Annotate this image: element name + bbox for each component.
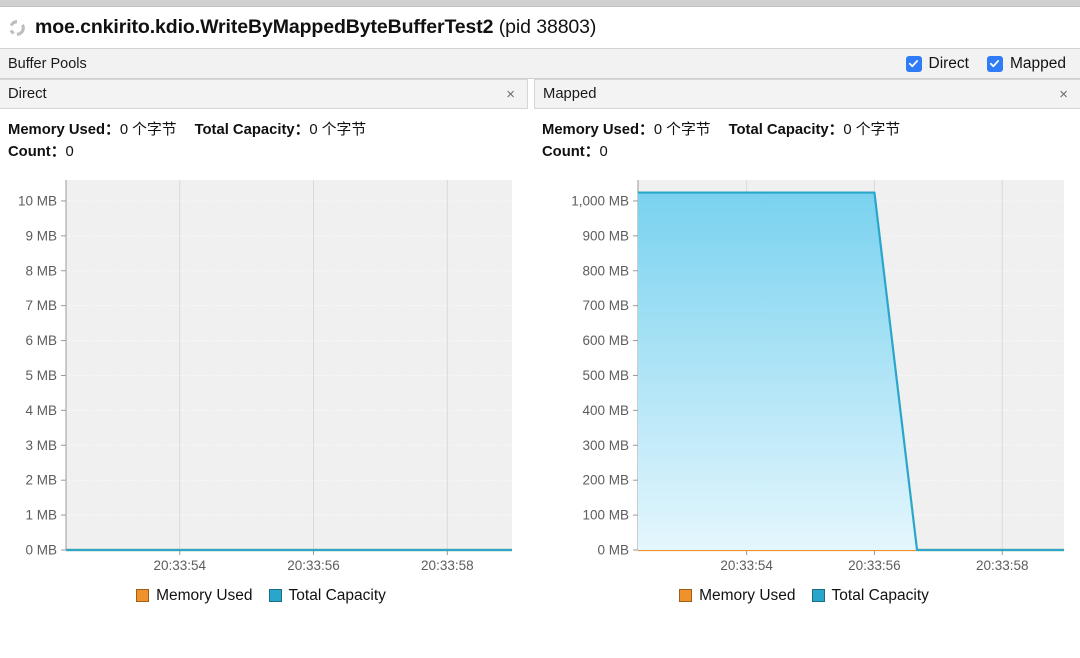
svg-text:400 MB: 400 MB bbox=[582, 403, 629, 418]
svg-text:20:33:56: 20:33:56 bbox=[287, 558, 340, 573]
legend-mapped: Memory Used Total Capacity bbox=[534, 587, 1080, 605]
panel-mapped-stats: Memory Used：0 个字节 Total Capacity：0 个字节 Co… bbox=[534, 109, 1080, 170]
legend-swatch-total-capacity bbox=[811, 589, 825, 603]
checkbox-direct[interactable]: Direct bbox=[905, 54, 969, 73]
svg-text:1 MB: 1 MB bbox=[25, 507, 57, 522]
stats-row-2: Count：0 bbox=[8, 142, 528, 164]
svg-text:7 MB: 7 MB bbox=[25, 298, 57, 313]
count-value: 0 bbox=[65, 143, 74, 160]
page-title-pid: (pid 38803) bbox=[498, 16, 597, 38]
svg-text:3 MB: 3 MB bbox=[25, 438, 57, 453]
window-title-bar: moe.cnkirito.kdio.WriteByMappedByteBuffe… bbox=[0, 7, 1080, 48]
chart-mapped-svg[interactable]: 0 MB 100 MB 200 MB 300 MB 400 MB 500 MB 600 MB… bbox=[534, 170, 1080, 580]
check-icon bbox=[908, 60, 919, 68]
svg-text:500 MB: 500 MB bbox=[582, 368, 629, 383]
svg-text:20:33:54: 20:33:54 bbox=[153, 558, 206, 573]
svg-text:100 MB: 100 MB bbox=[582, 507, 629, 522]
count-value: 0 bbox=[599, 143, 608, 160]
svg-text:1,000 MB: 1,000 MB bbox=[571, 193, 629, 208]
close-icon[interactable]: × bbox=[1055, 85, 1072, 104]
checkbox-mapped-label: Mapped bbox=[1009, 54, 1066, 72]
page-title: moe.cnkirito.kdio.WriteByMappedByteBuffe… bbox=[35, 16, 596, 39]
legend-item-total-capacity[interactable]: Total Capacity bbox=[268, 586, 386, 605]
legend-swatch-total-capacity bbox=[268, 589, 282, 603]
checkbox-direct-box[interactable] bbox=[905, 55, 922, 72]
svg-text:0 MB: 0 MB bbox=[597, 542, 629, 557]
legend-label-total-capacity: Total Capacity bbox=[288, 586, 386, 604]
loading-spinner-icon bbox=[9, 19, 25, 36]
panel-direct-title: Direct bbox=[8, 86, 47, 102]
legend-item-memory-used[interactable]: Memory Used bbox=[136, 586, 253, 605]
memory-used-label: Memory Used： bbox=[8, 122, 120, 138]
stats-row-1: Memory Used：0 个字节 Total Capacity：0 个字节 bbox=[8, 120, 528, 142]
close-icon[interactable]: × bbox=[502, 85, 519, 104]
toolbar-controls: Direct Mapped bbox=[905, 54, 1066, 73]
svg-text:6 MB: 6 MB bbox=[25, 333, 57, 348]
svg-text:10 MB: 10 MB bbox=[18, 193, 57, 208]
memory-used-value: 0 个字节 bbox=[119, 122, 177, 138]
svg-text:20:33:54: 20:33:54 bbox=[720, 558, 773, 573]
legend-item-memory-used[interactable]: Memory Used bbox=[679, 586, 796, 605]
legend-item-total-capacity[interactable]: Total Capacity bbox=[811, 586, 929, 605]
legend-label-memory-used: Memory Used bbox=[699, 586, 796, 604]
svg-text:4 MB: 4 MB bbox=[25, 403, 57, 418]
svg-text:5 MB: 5 MB bbox=[25, 368, 57, 383]
panel-mapped-title: Mapped bbox=[543, 86, 597, 102]
total-capacity-value: 0 个字节 bbox=[309, 122, 367, 138]
panel-mapped-header: Mapped × bbox=[534, 79, 1080, 109]
page-title-class: moe.cnkirito.kdio.WriteByMappedByteBuffe… bbox=[35, 16, 494, 38]
svg-text:8 MB: 8 MB bbox=[25, 263, 57, 278]
svg-text:20:33:58: 20:33:58 bbox=[421, 558, 474, 573]
panel-direct-header: Direct × bbox=[0, 79, 528, 109]
checkbox-mapped[interactable]: Mapped bbox=[986, 54, 1066, 73]
toolbar-title: Buffer Pools bbox=[8, 55, 87, 72]
legend-swatch-memory-used bbox=[679, 589, 693, 603]
chart-mapped[interactable]: 0 MB 100 MB 200 MB 300 MB 400 MB 500 MB 600 MB… bbox=[534, 170, 1080, 580]
total-capacity-value: 0 个字节 bbox=[843, 122, 901, 138]
svg-text:20:33:58: 20:33:58 bbox=[976, 558, 1029, 573]
chart-direct-svg[interactable]: 0 MB 1 MB 2 MB 3 MB 4 MB 5 MB 6 MB 7 MB 8 MB 9 MB… bbox=[0, 170, 528, 580]
svg-text:800 MB: 800 MB bbox=[582, 263, 629, 278]
window-top-strip bbox=[0, 0, 1080, 7]
panel-direct: Direct × Memory Used：0 个字节 Total Capacity… bbox=[0, 79, 528, 658]
svg-text:900 MB: 900 MB bbox=[582, 228, 629, 243]
svg-text:600 MB: 600 MB bbox=[582, 333, 629, 348]
chart-direct[interactable]: 0 MB 1 MB 2 MB 3 MB 4 MB 5 MB 6 MB 7 MB 8 MB 9 MB… bbox=[0, 170, 528, 580]
stats-row-2: Count：0 bbox=[542, 142, 1080, 164]
svg-text:9 MB: 9 MB bbox=[25, 228, 57, 243]
checkbox-direct-label: Direct bbox=[928, 54, 969, 72]
count-label: Count： bbox=[542, 143, 600, 160]
buffer-pools-toolbar: Buffer Pools Direct Mapped bbox=[0, 48, 1080, 79]
svg-text:2 MB: 2 MB bbox=[25, 472, 57, 487]
check-icon bbox=[990, 60, 1000, 68]
checkbox-mapped-box[interactable] bbox=[986, 55, 1003, 72]
svg-text:0 MB: 0 MB bbox=[25, 542, 57, 557]
legend-label-memory-used: Memory Used bbox=[156, 586, 253, 604]
legend-direct: Memory Used Total Capacity bbox=[0, 587, 528, 605]
total-capacity-label: Total Capacity： bbox=[194, 122, 310, 138]
stats-row-1: Memory Used：0 个字节 Total Capacity：0 个字节 bbox=[542, 120, 1080, 142]
panel-mapped: Mapped × Memory Used：0 个字节 Total Capacity… bbox=[534, 79, 1080, 658]
panel-direct-stats: Memory Used：0 个字节 Total Capacity：0 个字节 Co… bbox=[0, 109, 528, 170]
memory-used-value: 0 个字节 bbox=[653, 122, 711, 138]
count-label: Count： bbox=[8, 143, 66, 160]
memory-used-label: Memory Used： bbox=[542, 122, 654, 138]
svg-text:200 MB: 200 MB bbox=[582, 472, 629, 487]
total-capacity-label: Total Capacity： bbox=[728, 122, 844, 138]
svg-text:700 MB: 700 MB bbox=[582, 298, 629, 313]
legend-label-total-capacity: Total Capacity bbox=[831, 586, 929, 604]
svg-text:300 MB: 300 MB bbox=[582, 438, 629, 453]
legend-swatch-memory-used bbox=[136, 589, 150, 603]
svg-text:20:33:56: 20:33:56 bbox=[848, 558, 901, 573]
charts-container: Direct × Memory Used：0 个字节 Total Capacity… bbox=[0, 79, 1080, 658]
